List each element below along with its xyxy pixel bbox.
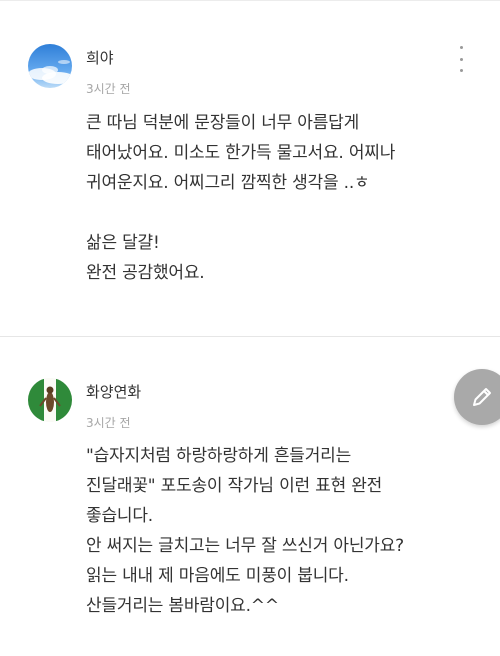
more-vertical-icon[interactable] <box>458 46 464 72</box>
sky-cloud-avatar-image <box>28 44 72 88</box>
comment-text-line: 좋습니다. <box>86 506 153 526</box>
comment-timestamp: 3시간 전 <box>86 416 131 430</box>
comment-item: 희야 3시간 전 큰 따님 덕분에 문장들이 너무 아름답게 태어났어요. 미소… <box>0 0 500 336</box>
comment-text-line: 읽는 내내 제 마음에도 미풍이 붑니다. <box>86 566 349 586</box>
comment-text-line: 완전 공감했어요. <box>86 263 205 283</box>
comment-body: 큰 따님 덕분에 문장들이 너무 아름답게 태어났어요. 미소도 한가득 물고서… <box>86 108 476 288</box>
comment-text-line: 삶은 달걀! <box>86 233 160 253</box>
comment-blank-line <box>86 198 476 228</box>
avatar[interactable] <box>28 378 72 422</box>
pencil-icon <box>473 388 491 406</box>
avatar[interactable] <box>28 44 72 88</box>
comment-text-line: 귀여운지요. 어찌그리 깜찍한 생각을 ..ㅎ <box>86 173 370 193</box>
comment-text-line: "습자지처럼 하랑하랑하게 흔들거리는 <box>86 446 352 466</box>
comment-text-line: 안 써지는 글치고는 너무 잘 쓰신거 아닌가요? <box>86 536 404 556</box>
comment-author[interactable]: 희야 <box>86 47 114 68</box>
comment-author[interactable]: 화양연화 <box>86 381 141 402</box>
comment-timestamp: 3시간 전 <box>86 82 131 96</box>
comment-item: 화양연화 3시간 전 "습자지처럼 하랑하랑하게 흔들거리는 진달래꽃" 포도송… <box>0 337 500 656</box>
comment-text-line: 큰 따님 덕분에 문장들이 너무 아름답게 <box>86 113 360 133</box>
comment-text-line: 산들거리는 봄바람이요.^^ <box>86 596 279 616</box>
green-flag-figure-avatar-image <box>28 378 72 422</box>
comment-body: "습자지처럼 하랑하랑하게 흔들거리는 진달래꽃" 포도송이 작가님 이런 표현… <box>86 441 476 621</box>
comment-text-line: 태어났어요. 미소도 한가득 물고서요. 어찌나 <box>86 143 396 163</box>
comment-text-line: 진달래꽃" 포도송이 작가님 이런 표현 완전 <box>86 476 383 496</box>
